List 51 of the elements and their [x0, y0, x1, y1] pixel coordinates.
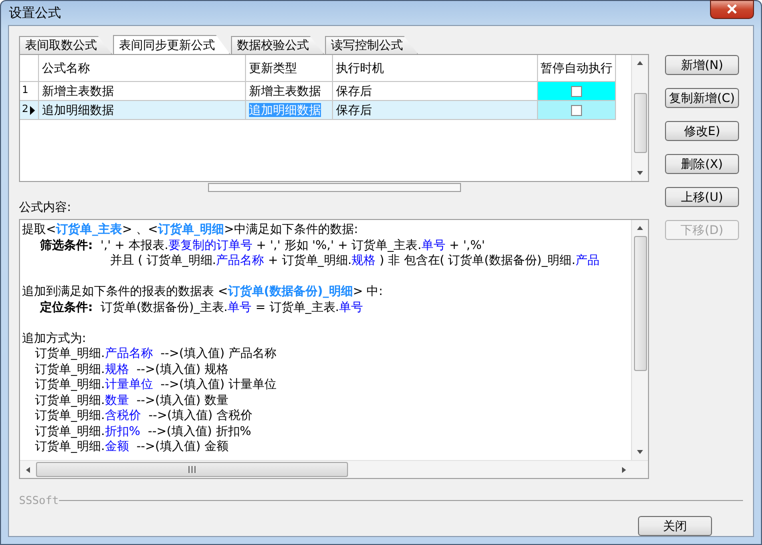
- column-header[interactable]: 公式名称: [42, 61, 90, 75]
- table-cell: 保存后: [336, 103, 372, 117]
- column-header[interactable]: 更新类型: [249, 61, 297, 75]
- action-button[interactable]: 修改E): [665, 121, 739, 141]
- tab[interactable]: 数据校验公式: [231, 36, 324, 54]
- tab[interactable]: 表间同步更新公式: [113, 35, 230, 54]
- formula-line: 订货单_明细.含税价 -->(填入值) 含税价: [34, 408, 252, 424]
- table-cell: 新增主表数据: [249, 84, 321, 98]
- row-number: 2: [22, 103, 28, 117]
- tab[interactable]: 读写控制公式: [325, 36, 418, 54]
- formula-line: 订货单_明细.金额 -->(填入值) 金额: [34, 439, 228, 454]
- column-header[interactable]: 暂停自动执行: [540, 61, 612, 75]
- formula-line: 追加到满足如下条件的报表的数据表 <订货单(数据备份)_明细> 中:: [22, 284, 383, 300]
- scrollbar-thumb[interactable]: [36, 462, 348, 477]
- formula-line: 订货单_明细.产品名称 -->(填入值) 产品名称: [34, 346, 276, 362]
- scroll-arrow-icon[interactable]: [620, 466, 628, 474]
- scrollbar-thumb[interactable]: [208, 183, 461, 192]
- close-icon: [726, 4, 738, 14]
- action-button[interactable]: 新增(N): [665, 55, 739, 75]
- formula-line: 筛选条件: ',' + 本报表.要复制的订单号 + ',' 形如 '%,' + 订货单_主表.单号 + ',%': [39, 238, 485, 253]
- close-dialog-button[interactable]: 关闭: [638, 516, 712, 536]
- column-header[interactable]: 执行时机: [336, 61, 384, 75]
- formula-line: 追加方式为:: [22, 330, 86, 346]
- scroll-arrow-icon[interactable]: [636, 224, 644, 232]
- formula-line: 订货单_明细.规格 -->(填入值) 规格: [34, 362, 228, 377]
- formula-line: 订货单_明细.计量单位 -->(填入值) 计量单位: [34, 377, 276, 392]
- window-title: 设置公式: [9, 5, 62, 22]
- row-pointer-icon: [30, 106, 36, 114]
- formula-line: 定位条件: 订货单(数据备份)_主表.单号 = 订货单_主表.单号: [38, 300, 364, 315]
- row-number: 1: [22, 84, 28, 98]
- tab[interactable]: 表间取数公式: [19, 36, 112, 54]
- scroll-arrow-icon[interactable]: [24, 466, 32, 474]
- formula-line: 提取<订货单_主表> 、<订货单_明细>中满足如下条件的数据:: [22, 222, 358, 238]
- action-button[interactable]: 上移(U): [665, 187, 739, 207]
- checkbox[interactable]: [571, 104, 582, 116]
- table-cell: 追加明细数据: [39, 101, 246, 120]
- close-button[interactable]: [710, 0, 754, 18]
- brand-label: SSSoft: [19, 494, 59, 507]
- scroll-arrow-icon[interactable]: [636, 169, 644, 177]
- checkbox[interactable]: [571, 86, 582, 96]
- action-button[interactable]: 复制新增(C): [665, 88, 739, 108]
- scrollbar-thumb[interactable]: [634, 93, 646, 153]
- formula-label: 公式内容:: [19, 199, 72, 216]
- scrollbar-thumb[interactable]: [634, 236, 646, 371]
- action-button[interactable]: 删除(X): [665, 154, 739, 174]
- scroll-arrow-icon[interactable]: [636, 448, 644, 456]
- formula-line: 订货单_明细.折扣% -->(填入值) 折扣%: [34, 424, 252, 439]
- formula-line: 订货单_明细.数量 -->(填入值) 数量: [34, 392, 228, 408]
- scroll-arrow-icon[interactable]: [636, 59, 644, 67]
- formula-line: 并且 ( 订货单_明细.产品名称 + 订货单_明细.规格 ) 非 包含在( 订货单(数据备份)_明细.产品: [109, 253, 600, 268]
- table-cell: 保存后: [336, 84, 372, 98]
